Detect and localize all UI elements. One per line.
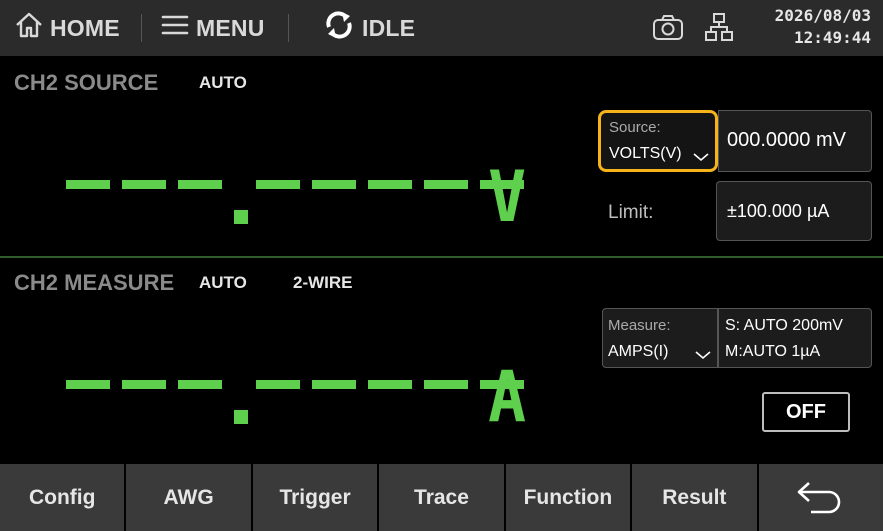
- digit-dash: [66, 180, 110, 189]
- source-type-dropdown[interactable]: Source: VOLTS(V): [598, 110, 718, 172]
- source-selected: VOLTS(V): [609, 145, 682, 162]
- date-text: 2026/08/03: [774, 6, 871, 25]
- digit-dash: [256, 380, 300, 389]
- source-readout: [66, 180, 536, 240]
- measure-mode-tag[interactable]: AUTO: [199, 273, 247, 293]
- digit-dash: [178, 180, 222, 189]
- trigger-button[interactable]: Trigger: [252, 464, 378, 531]
- menu-icon: [160, 13, 196, 43]
- back-button[interactable]: [758, 464, 883, 531]
- source-title: CH2 SOURCE: [14, 70, 159, 95]
- home-icon: [14, 11, 50, 45]
- decimal-point: [234, 210, 248, 224]
- chevron-down-icon: [695, 347, 711, 365]
- digit-dash: [312, 180, 356, 189]
- clock: 2026/08/03 12:49:44: [775, 5, 871, 49]
- measure-type-dropdown[interactable]: Measure: AMPS(I): [602, 308, 718, 368]
- camera-icon[interactable]: [652, 12, 684, 47]
- output-off-button[interactable]: OFF: [762, 392, 850, 432]
- back-arrow-icon: [795, 475, 847, 521]
- network-icon[interactable]: [704, 12, 734, 47]
- home-label: HOME: [50, 14, 120, 41]
- digit-dash: [256, 180, 300, 189]
- measure-unit: A: [488, 356, 527, 438]
- source-value: 000.0000 mV: [727, 129, 846, 151]
- digit-dash: [368, 380, 412, 389]
- measure-readout: [66, 380, 536, 440]
- chevron-down-icon: [693, 149, 709, 167]
- panel-divider: [0, 256, 883, 258]
- menu-label: MENU: [196, 14, 265, 41]
- config-button[interactable]: Config: [0, 464, 125, 531]
- digit-dash: [424, 180, 468, 189]
- digit-dash: [424, 380, 468, 389]
- trace-button[interactable]: Trace: [379, 464, 504, 531]
- digit-dash: [122, 380, 166, 389]
- measure-title: CH2 MEASURE: [14, 270, 175, 295]
- range-field[interactable]: S: AUTO 200mV M:AUTO 1µA: [718, 308, 872, 368]
- measure-label: Measure:: [608, 317, 671, 334]
- digit-dash: [312, 380, 356, 389]
- decimal-point: [234, 410, 248, 424]
- digit-dash: [178, 380, 222, 389]
- function-button[interactable]: Function: [505, 464, 631, 531]
- separator: [141, 14, 142, 42]
- source-value-field[interactable]: 000.0000 mV: [718, 110, 872, 172]
- awg-button[interactable]: AWG: [126, 464, 251, 531]
- wire-mode-tag[interactable]: 2-WIRE: [293, 273, 353, 293]
- separator: [288, 14, 289, 42]
- time-text: 12:49:44: [793, 28, 871, 47]
- limit-value: ±100.000 µA: [727, 201, 830, 221]
- source-unit: V: [488, 156, 527, 238]
- source-range: S: AUTO 200mV: [725, 317, 843, 334]
- home-button[interactable]: HOME: [14, 8, 120, 48]
- top-bar: HOME MENU IDLE 2026/08/03 12:49:44: [0, 0, 883, 56]
- result-button[interactable]: Result: [632, 464, 757, 531]
- source-label: Source:: [609, 119, 661, 136]
- refresh-icon: [322, 9, 362, 47]
- softkey-bar: Config AWG Trigger Trace Function Result: [0, 464, 883, 531]
- limit-value-field[interactable]: ±100.000 µA: [716, 181, 872, 241]
- menu-button[interactable]: MENU: [160, 8, 265, 48]
- digit-dash: [66, 380, 110, 389]
- measure-range: M:AUTO 1µA: [725, 343, 821, 360]
- idle-status: IDLE: [322, 8, 415, 48]
- source-mode-tag[interactable]: AUTO: [199, 73, 247, 93]
- limit-label: Limit:: [608, 202, 654, 223]
- status-label: IDLE: [362, 14, 416, 41]
- measure-selected: AMPS(I): [608, 343, 669, 360]
- digit-dash: [368, 180, 412, 189]
- digit-dash: [122, 180, 166, 189]
